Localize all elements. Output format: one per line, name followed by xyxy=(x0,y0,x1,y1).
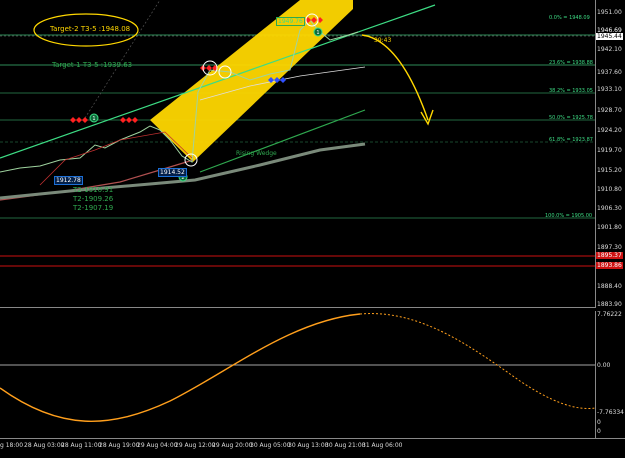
osc-tick-bottom: -7.76334 xyxy=(597,409,624,416)
price-axis[interactable]: 1951.00 1942.10 1937.60 1933.10 1928.70 … xyxy=(595,0,625,308)
time-tick: 31 Aug 06:00 xyxy=(362,442,403,449)
wave-badge-1-label: 1 xyxy=(92,116,95,122)
oscillator-solid-curve xyxy=(0,313,361,422)
price-tick: 1933.10 xyxy=(597,86,622,93)
fib-label-61: 61.8% = 1923.87 xyxy=(549,137,593,143)
osc-tick-zero-a: 0 xyxy=(597,419,601,426)
price-tick: 1942.10 xyxy=(597,46,622,53)
oscillator-axis: 7.76222 0.00 -7.76334 0 0 xyxy=(595,311,625,438)
price-chart-canvas[interactable]: 1 2 1 xyxy=(0,0,595,308)
fib-label-100: 100.0% = 1905.00 xyxy=(545,213,593,219)
bull-markers xyxy=(268,77,286,83)
time-tick: 30 Aug 05:00 xyxy=(250,442,291,449)
yellow-price-channel xyxy=(150,0,353,162)
time-tick: 29 Aug 04:00 xyxy=(137,442,178,449)
t2-label-1: T2-1910.91 xyxy=(73,186,114,194)
time-tick: 29 Aug 12:00 xyxy=(175,442,216,449)
fib-label-50: 50.0% = 1925.78 xyxy=(549,115,593,121)
osc-tick-top: 7.76222 xyxy=(597,311,622,318)
main-price-plot[interactable]: 1 2 1 Target-2 T3-5 :1948.08 Target-1 T3… xyxy=(0,0,595,308)
oscillator-plot[interactable] xyxy=(0,311,595,438)
osc-tick-zero-b: 0 xyxy=(597,428,601,435)
fib-label-0: 0.0% = 1948.09 xyxy=(549,15,590,21)
bar-countdown-timer: 39:43 xyxy=(374,37,392,44)
high-price-box: 1949.76 xyxy=(276,17,305,26)
time-tick: 30 Aug 13:00 xyxy=(288,442,329,449)
oscillator-dashed-curve xyxy=(359,313,595,410)
red-level-label-1: 1895.37 xyxy=(596,252,623,259)
low-price-box-left: 1912.78 xyxy=(54,176,83,185)
price-tick: 1901.80 xyxy=(597,224,622,231)
oscillator-canvas[interactable] xyxy=(0,311,595,438)
target2-label: Target-2 T3-5 :1948.08 xyxy=(50,25,131,33)
fib-label-38: 38.2% = 1933.05 xyxy=(549,88,593,94)
red-level-label-2: 1893.86 xyxy=(596,262,623,269)
chart-window[interactable]: 1 2 1 Target-2 T3-5 :1948.08 Target-1 T3… xyxy=(0,0,625,458)
fib-label-23: 23.6% = 1938.88 xyxy=(549,60,593,66)
target1-label: Target-1 T3-5 :1939.63 xyxy=(52,61,133,69)
price-tick: 1937.60 xyxy=(597,69,622,76)
t2-label-2: T2-1909.26 xyxy=(73,195,114,203)
price-tick: 1924.20 xyxy=(597,127,622,134)
low-price-box-mid: 1914.52 xyxy=(158,168,187,177)
time-tick: 28 Aug 03:00 xyxy=(24,442,65,449)
time-tick: 28 Aug 19:00 xyxy=(99,442,140,449)
forecast-curve-arrow xyxy=(361,34,429,121)
time-tick: 28 Aug 11:00 xyxy=(61,442,102,449)
dotted-trend-line xyxy=(84,0,161,119)
time-tick: 30 Aug 21:00 xyxy=(325,442,366,449)
price-tick: 1906.30 xyxy=(597,205,622,212)
time-tick: 29 Aug 20:00 xyxy=(212,442,253,449)
rising-wedge-label: Rising Wedge xyxy=(236,150,277,157)
t2-label-3: T2-1907.19 xyxy=(73,204,114,212)
price-tick: 1883.90 xyxy=(597,301,622,308)
price-tick: 1910.80 xyxy=(597,186,622,193)
wave-badge-3-label: 1 xyxy=(316,30,319,36)
osc-tick-mid: 0.00 xyxy=(597,362,611,369)
price-tick: 1897.30 xyxy=(597,244,622,251)
price-tick: 1928.70 xyxy=(597,107,622,114)
price-tick: 1915.20 xyxy=(597,167,622,174)
price-tick: 1888.40 xyxy=(597,283,622,290)
time-axis: g 18:00 28 Aug 03:00 28 Aug 11:00 28 Aug… xyxy=(0,438,625,458)
current-price-label: 1945.44 xyxy=(596,33,623,40)
price-tick: 1919.70 xyxy=(597,147,622,154)
price-tick: 1951.00 xyxy=(597,9,622,16)
time-tick-cut: g 18:00 xyxy=(0,442,24,449)
